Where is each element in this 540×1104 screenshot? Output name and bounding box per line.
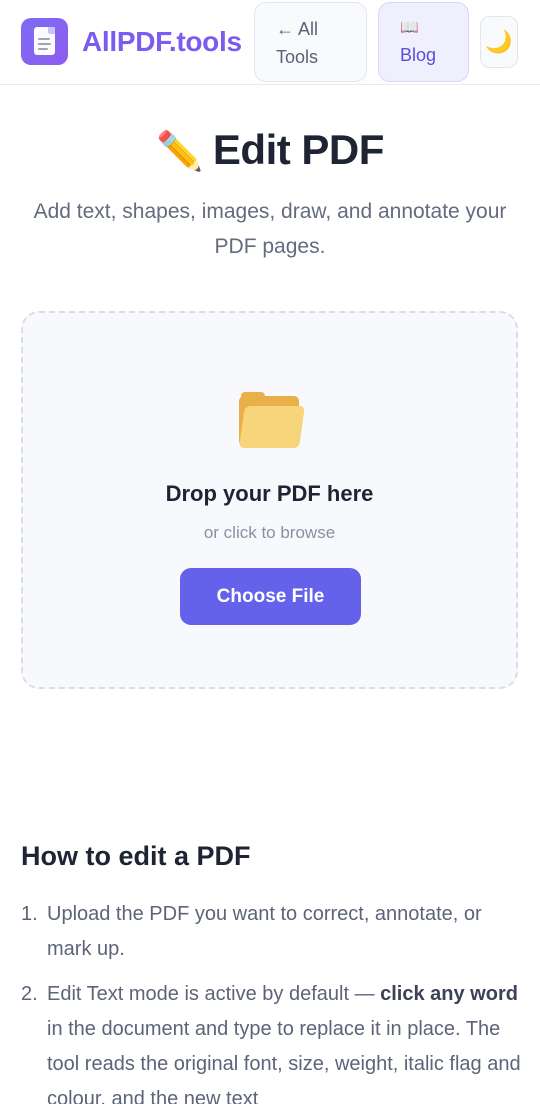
step-text-before: Edit Text mode is active by default — [47, 983, 381, 1005]
step-text-after: in the document and type to replace it i… [47, 1018, 521, 1104]
step-number: 2. [21, 983, 38, 1005]
site-header: AllPDF.tools ← All Tools 📖 Blog 🌙 [0, 0, 540, 85]
list-item: 1. Upload the PDF you want to correct, a… [21, 897, 521, 967]
howto-steps: 1. Upload the PDF you want to correct, a… [21, 897, 521, 1104]
choose-file-button[interactable]: Choose File [180, 568, 361, 625]
logo-icon[interactable] [21, 18, 68, 65]
document-icon [34, 27, 55, 55]
moon-icon: 🌙 [485, 29, 513, 54]
all-tools-label-line1: ← All [276, 19, 319, 39]
blog-label: Blog [400, 45, 437, 65]
step-number: 1. [21, 903, 38, 925]
dropzone-subtitle: or click to browse [203, 523, 336, 542]
theme-toggle-button[interactable]: 🌙 [480, 16, 518, 68]
all-tools-label-line2: Tools [276, 47, 319, 67]
step-text: Upload the PDF you want to correct, anno… [47, 903, 482, 960]
book-icon: 📖 [400, 19, 419, 36]
blog-button[interactable]: 📖 Blog [378, 2, 469, 82]
page-title-text: Edit PDF [212, 126, 385, 173]
all-tools-button[interactable]: ← All Tools [254, 2, 367, 82]
brand-name[interactable]: AllPDF.tools [82, 24, 242, 60]
list-item: 2. Edit Text mode is active by default —… [21, 977, 521, 1104]
howto-title: How to edit a PDF [21, 841, 251, 871]
file-dropzone[interactable]: Drop your PDF here or click to browse Ch… [21, 311, 518, 689]
folder-icon [239, 392, 305, 448]
dropzone-title: Drop your PDF here [165, 481, 374, 506]
page-subtitle: Add text, shapes, images, draw, and anno… [33, 200, 507, 258]
pencil-icon: ✏️ [156, 131, 203, 173]
page-title: ✏️ Edit PDF [0, 124, 540, 178]
step-text-bold: click any word [380, 983, 518, 1005]
